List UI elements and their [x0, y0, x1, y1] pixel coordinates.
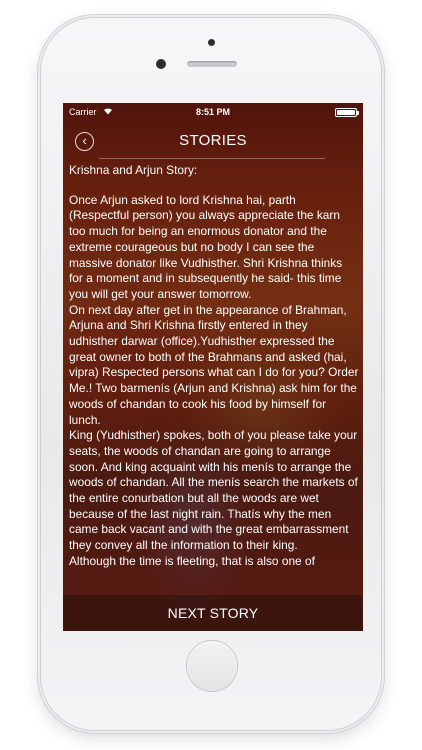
story-body: Once Arjun asked to lord Krishna hai, pa… [69, 192, 359, 568]
header-divider [99, 158, 325, 159]
battery-icon [335, 108, 359, 117]
status-time: 8:51 PM [195, 107, 230, 117]
app-screen: Carrier 8:51 PM ‹ STORIES Krishna and Ar… [63, 103, 363, 631]
proximity-sensor [208, 39, 215, 46]
story-scroll-area[interactable]: Krishna and Arjun Story: Once Arjun aske… [69, 163, 359, 595]
navigation-bar: ‹ STORIES [63, 123, 363, 159]
next-story-button[interactable]: NEXT STORY [63, 595, 363, 631]
front-camera [156, 59, 166, 69]
home-button [187, 641, 237, 691]
power-button [381, 170, 385, 222]
page-title: STORIES [179, 132, 247, 149]
earpiece-speaker [187, 61, 237, 67]
status-bar: Carrier 8:51 PM [63, 103, 363, 121]
story-title: Krishna and Arjun Story: [69, 163, 198, 177]
